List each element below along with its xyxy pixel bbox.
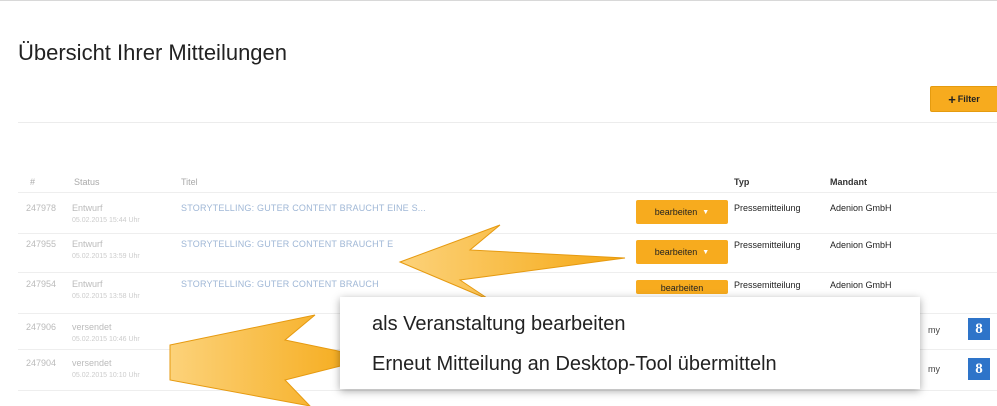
menu-item-erneut-uebermitteln[interactable]: Erneut Mitteilung an Desktop-Tool übermi… (372, 353, 777, 376)
menu-item-als-veranstaltung-bearbeiten[interactable]: als Veranstaltung bearbeiten (372, 313, 626, 336)
action-dropdown-menu: als Veranstaltung bearbeiten Erneut Mitt… (340, 297, 920, 389)
arrow-icon (398, 224, 626, 301)
